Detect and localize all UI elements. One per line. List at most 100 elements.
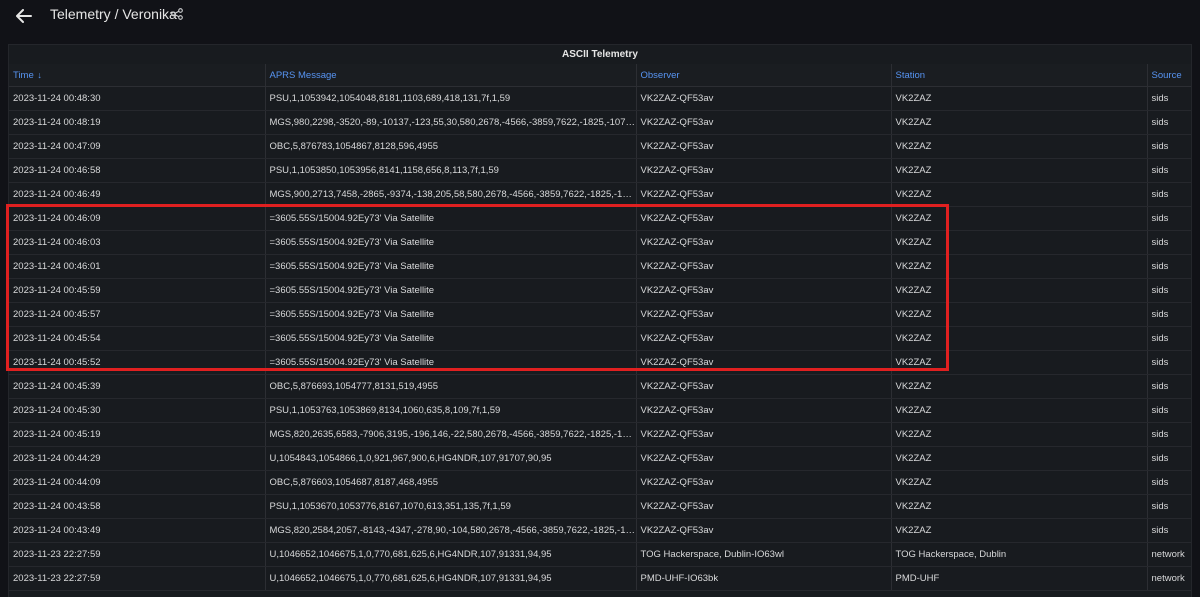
cell-source: sids: [1147, 518, 1191, 543]
cell-time: 2023-11-24 00:45:30: [9, 398, 266, 423]
cell-time: 2023-11-24 00:45:19: [9, 422, 266, 447]
cell-aprs-message: =3605.55S/15004.92Ey73' Via Satellite: [265, 230, 637, 255]
cell-time: 2023-11-24 00:44:09: [9, 470, 266, 495]
cell-station: VK2ZAZ: [891, 206, 1148, 231]
cell-aprs-message: PSU,1,1053763,1053869,8134,1060,635,8,10…: [265, 398, 637, 423]
cell-source: sids: [1147, 398, 1191, 423]
cell-time: 2023-11-24 00:45:54: [9, 326, 266, 351]
cell-aprs-message: OBC,5,876783,1054867,8128,596,4955: [265, 134, 637, 159]
cell-station: VK2ZAZ: [891, 494, 1148, 519]
table-row: 2023-11-24 00:46:58 PSU,1,1053850,1053956…: [9, 158, 1191, 183]
column-header-source[interactable]: Source: [1147, 64, 1191, 87]
cell-source: sids: [1147, 422, 1191, 447]
cell-observer: VK2ZAZ-QF53av: [636, 422, 892, 447]
arrow-left-icon: [16, 9, 32, 23]
cell-source: network: [1147, 542, 1191, 567]
cell-station: VK2ZAZ: [891, 230, 1148, 255]
cell-observer: VK2ZAZ-QF53av: [636, 350, 892, 375]
cell-time: 2023-11-24 00:46:03: [9, 230, 266, 255]
table-body: 2023-11-24 00:48:30 PSU,1,1053942,1054048…: [9, 86, 1191, 591]
table-row: 2023-11-24 00:48:30 PSU,1,1053942,1054048…: [9, 86, 1191, 111]
cell-time: 2023-11-24 00:45:57: [9, 302, 266, 327]
cell-time: 2023-11-24 00:44:29: [9, 446, 266, 471]
cell-time: 2023-11-24 00:46:09: [9, 206, 266, 231]
table-row: 2023-11-24 00:46:09 =3605.55S/15004.92Ey7…: [9, 206, 1191, 231]
cell-aprs-message: MGS,900,2713,7458,-2865,-9374,-138,205,5…: [265, 182, 637, 207]
table-row: 2023-11-24 00:45:19 MGS,820,2635,6583,-79…: [9, 422, 1191, 447]
cell-aprs-message: =3605.55S/15004.92Ey73' Via Satellite: [265, 278, 637, 303]
table-row: 2023-11-24 00:44:09 OBC,5,876603,1054687,…: [9, 470, 1191, 495]
cell-observer: PMD-UHF-IO63bk: [636, 566, 892, 591]
column-header-aprs-message[interactable]: APRS Message: [265, 64, 637, 87]
cell-aprs-message: =3605.55S/15004.92Ey73' Via Satellite: [265, 302, 637, 327]
table-row: 2023-11-24 00:43:49 MGS,820,2584,2057,-81…: [9, 518, 1191, 543]
cell-source: sids: [1147, 374, 1191, 399]
cell-aprs-message: PSU,1,1053670,1053776,8167,1070,613,351,…: [265, 494, 637, 519]
cell-station: VK2ZAZ: [891, 182, 1148, 207]
cell-source: sids: [1147, 86, 1191, 111]
telemetry-table: Time ↓ APRS Message Observer Station Sou…: [9, 64, 1191, 591]
cell-time: 2023-11-24 00:47:09: [9, 134, 266, 159]
column-header-label: Station: [895, 69, 926, 81]
table-row: 2023-11-24 00:46:03 =3605.55S/15004.92Ey7…: [9, 230, 1191, 255]
cell-time: 2023-11-24 00:45:52: [9, 350, 266, 375]
table-row: 2023-11-24 00:45:52 =3605.55S/15004.92Ey7…: [9, 350, 1191, 375]
cell-time: 2023-11-24 00:48:30: [9, 86, 266, 111]
cell-source: sids: [1147, 110, 1191, 135]
cell-station: VK2ZAZ: [891, 158, 1148, 183]
cell-source: sids: [1147, 278, 1191, 303]
cell-aprs-message: =3605.55S/15004.92Ey73' Via Satellite: [265, 206, 637, 231]
table-row: 2023-11-24 00:45:39 OBC,5,876693,1054777,…: [9, 374, 1191, 399]
table-row: 2023-11-24 00:43:58 PSU,1,1053670,1053776…: [9, 494, 1191, 519]
table-row: 2023-11-24 00:45:54 =3605.55S/15004.92Ey7…: [9, 326, 1191, 351]
column-header-label: Observer: [640, 69, 680, 81]
cell-time: 2023-11-24 00:48:19: [9, 110, 266, 135]
column-header-label: APRS Message: [269, 69, 337, 81]
cell-aprs-message: PSU,1,1053942,1054048,8181,1103,689,418,…: [265, 86, 637, 111]
cell-observer: VK2ZAZ-QF53av: [636, 230, 892, 255]
cell-source: sids: [1147, 470, 1191, 495]
cell-source: sids: [1147, 182, 1191, 207]
table-row: 2023-11-24 00:45:57 =3605.55S/15004.92Ey7…: [9, 302, 1191, 327]
cell-observer: TOG Hackerspace, Dublin-IO63wl: [636, 542, 892, 567]
cell-source: sids: [1147, 158, 1191, 183]
cell-aprs-message: OBC,5,876603,1054687,8187,468,4955: [265, 470, 637, 495]
table-row: 2023-11-24 00:46:01 =3605.55S/15004.92Ey7…: [9, 254, 1191, 279]
share-icon: [171, 8, 183, 20]
cell-station: VK2ZAZ: [891, 110, 1148, 135]
share-button[interactable]: [171, 7, 185, 21]
cell-station: VK2ZAZ: [891, 350, 1148, 375]
cell-time: 2023-11-24 00:46:49: [9, 182, 266, 207]
cell-observer: VK2ZAZ-QF53av: [636, 518, 892, 543]
cell-time: 2023-11-24 00:43:49: [9, 518, 266, 543]
panel-title: ASCII Telemetry: [562, 49, 638, 60]
cell-source: sids: [1147, 446, 1191, 471]
cell-aprs-message: U,1054843,1054866,1,0,921,967,900,6,HG4N…: [265, 446, 637, 471]
cell-source: sids: [1147, 230, 1191, 255]
cell-time: 2023-11-23 22:27:59: [9, 566, 266, 591]
cell-source: sids: [1147, 494, 1191, 519]
cell-source: sids: [1147, 134, 1191, 159]
table-row: 2023-11-24 00:46:49 MGS,900,2713,7458,-28…: [9, 182, 1191, 207]
cell-station: VK2ZAZ: [891, 134, 1148, 159]
cell-observer: VK2ZAZ-QF53av: [636, 302, 892, 327]
table-row: 2023-11-23 22:27:59 U,1046652,1046675,1,0…: [9, 542, 1191, 567]
table-header-row: Time ↓ APRS Message Observer Station Sou…: [9, 64, 1191, 87]
cell-aprs-message: MGS,820,2584,2057,-8143,-4347,-278,90,-1…: [265, 518, 637, 543]
column-header-observer[interactable]: Observer: [636, 64, 892, 87]
cell-time: 2023-11-24 00:46:01: [9, 254, 266, 279]
cell-station: VK2ZAZ: [891, 398, 1148, 423]
column-header-station[interactable]: Station: [891, 64, 1148, 87]
cell-observer: VK2ZAZ-QF53av: [636, 206, 892, 231]
table-row: 2023-11-24 00:45:59 =3605.55S/15004.92Ey7…: [9, 278, 1191, 303]
cell-station: VK2ZAZ: [891, 518, 1148, 543]
cell-source: sids: [1147, 206, 1191, 231]
back-button[interactable]: [12, 5, 36, 27]
cell-station: VK2ZAZ: [891, 422, 1148, 447]
column-header-time[interactable]: Time ↓: [9, 64, 266, 87]
cell-observer: VK2ZAZ-QF53av: [636, 398, 892, 423]
cell-aprs-message: PSU,1,1053850,1053956,8141,1158,656,8,11…: [265, 158, 637, 183]
cell-station: VK2ZAZ: [891, 326, 1148, 351]
cell-aprs-message: =3605.55S/15004.92Ey73' Via Satellite: [265, 254, 637, 279]
cell-observer: VK2ZAZ-QF53av: [636, 494, 892, 519]
